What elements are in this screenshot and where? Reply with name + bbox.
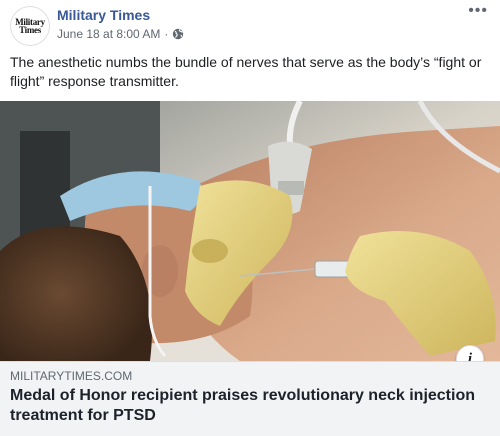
photo-illustration [0,101,500,361]
facebook-post: Military Times Military Times June 18 at… [0,0,500,436]
post-timestamp[interactable]: June 18 at 8:00 AM [57,27,160,41]
link-domain: MILITARYTIMES.COM [10,369,133,383]
page-name-link[interactable]: Military Times [57,7,150,23]
meta-separator: · [164,27,169,41]
post-header: Military Times Military Times June 18 at… [0,0,500,46]
avatar-logo-text: Military Times [15,17,45,35]
post-meta: June 18 at 8:00 AM · [57,27,184,41]
more-options-icon[interactable]: ••• [468,3,488,19]
post-text: The anesthetic numbs the bundle of nerve… [10,54,482,89]
globe-icon[interactable] [172,28,184,40]
link-headline[interactable]: Medal of Honor recipient praises revolut… [10,386,480,426]
page-avatar[interactable]: Military Times [10,6,50,46]
post-photo[interactable]: i [0,101,500,361]
link-preview[interactable]: MILITARYTIMES.COM Medal of Honor recipie… [0,361,500,436]
